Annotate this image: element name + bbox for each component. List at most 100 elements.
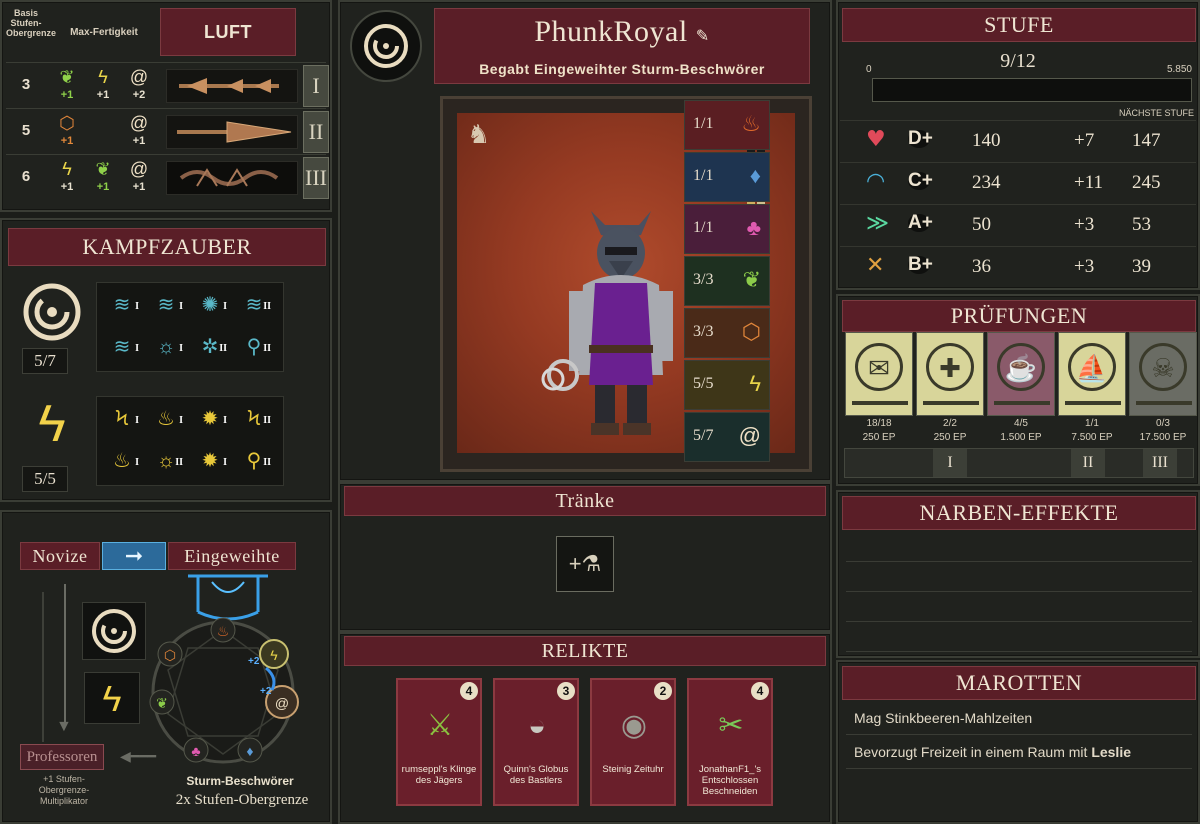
arrow-down-icon: ▼ <box>56 718 72 735</box>
air-swirl-icon[interactable] <box>16 280 88 344</box>
spell-slot[interactable]: ≋ I <box>105 331 139 363</box>
shears-icon: ✂ <box>718 709 744 742</box>
spell-slot[interactable]: ≋ I <box>105 289 139 321</box>
tier-tab-3[interactable]: III <box>1143 449 1177 477</box>
stat-grade: A+ <box>908 212 933 233</box>
wheel-bonus: +2 <box>260 686 272 697</box>
stat-bonus: +3 <box>1074 214 1095 235</box>
spell-slot[interactable]: ✲ II <box>193 331 227 363</box>
relic-name: Steinig Zeituhr <box>602 764 664 775</box>
potency-slot[interactable]: 3/3 ⬡ <box>684 308 770 358</box>
stufe-title-text: STUFE <box>984 12 1054 37</box>
bonus-value: +1 <box>132 135 146 147</box>
arrow-left-icon: ◀━━━ <box>120 748 157 764</box>
relic-level: 3 <box>557 682 575 700</box>
lightning-icon: ϟ <box>98 67 108 87</box>
trial-progress-track <box>994 401 1050 405</box>
spell-slot[interactable]: ≋ II <box>237 289 271 321</box>
quirk-item: Mag Stinkbeeren-Mahlzeiten <box>854 710 1032 726</box>
spell-slot[interactable]: ≋ I <box>149 289 183 321</box>
tentacle-icon: ♣ <box>746 215 761 240</box>
food-icon: ☕ <box>997 343 1045 391</box>
air-swirl-tile[interactable] <box>82 602 146 660</box>
potions-title-text: Tränke <box>555 490 615 512</box>
lightning-icon[interactable]: ϟ <box>16 392 88 456</box>
crystal-icon: ⬡ <box>59 113 75 133</box>
header-max-skill: Max-Fertigkeit <box>70 27 138 38</box>
character-panel: PhunkRoyal ✎ Begabt Eingeweihter Sturm-B… <box>338 0 832 482</box>
potency-slot[interactable]: 5/5 ϟ <box>684 360 770 410</box>
relic-card[interactable]: 2 ◉ Steinig Zeituhr <box>590 678 676 806</box>
lightning-icon: ϟ <box>749 371 761 396</box>
bonus-value: +1 <box>96 89 110 101</box>
lightning-tile[interactable]: ϟ <box>84 672 140 724</box>
spell-slot[interactable]: ϞI <box>105 403 139 435</box>
stat-total: 39 <box>1132 256 1151 277</box>
spell-slot[interactable]: ⚲ II <box>237 331 271 363</box>
scar-slot <box>846 564 1192 592</box>
potency-slot[interactable]: 1/1 ♨ <box>684 100 770 150</box>
spell-slot[interactable]: ✺ I <box>193 289 227 321</box>
class-name: Sturm-Beschwörer <box>186 774 294 788</box>
potency-slot[interactable]: 5/7 @ <box>684 412 770 462</box>
spell-slot[interactable]: ♨ I <box>105 445 139 477</box>
wheel-bonus: +2 <box>248 656 260 667</box>
air-swirl-icon <box>92 609 136 653</box>
crystal-icon: ⬡ <box>741 319 761 344</box>
trial-card[interactable]: ☕ <box>987 332 1055 416</box>
spell-slot[interactable]: Ϟ II <box>237 403 271 435</box>
relic-card[interactable]: 3 ◒ Quinn's Globus des Bastlers <box>493 678 579 806</box>
tier-tab-1[interactable]: I <box>933 449 967 477</box>
relic-card[interactable]: 4 ⚔ rumseppl's Klinge des Jägers <box>396 678 482 806</box>
tier-button-3[interactable]: III <box>303 157 329 199</box>
spell-slot[interactable]: ♨ I <box>149 403 183 435</box>
spell-slot[interactable]: ✹ I <box>193 403 227 435</box>
fox-icon: ♞ <box>467 119 491 149</box>
potency-count: 1/1 <box>693 219 714 236</box>
xp-max: 5.850 <box>1166 64 1192 75</box>
xp-min: 0 <box>866 64 872 75</box>
stat-bonus: +11 <box>1074 172 1104 193</box>
spell-slot[interactable]: ✹ I <box>193 445 227 477</box>
potency-slot[interactable]: 1/1 ♦ <box>684 152 770 202</box>
professors-button[interactable]: Professoren <box>20 744 104 770</box>
weapon-preview <box>166 69 298 103</box>
lightning-icon: ϟ <box>62 159 72 179</box>
quirk-divider <box>846 734 1192 735</box>
element-wheel: ♨ ϟ @ ♦ ♣ ❦ ⬡ <box>149 617 299 764</box>
potions-panel: Tränke +⚗ <box>338 482 832 632</box>
tier-button-1[interactable]: I <box>303 65 329 107</box>
add-potion-icon: +⚗ <box>568 551 602 576</box>
skull-icon: ☠ <box>1139 343 1187 391</box>
bonus-value: +1 <box>60 181 74 193</box>
trial-card[interactable]: ✉ <box>845 332 913 416</box>
tier-tab-2[interactable]: II <box>1071 449 1105 477</box>
mana-max-icon: ◠ <box>866 169 886 194</box>
potency-slot[interactable]: 3/3 ❦ <box>684 256 770 306</box>
trial-card[interactable]: ⛵ <box>1058 332 1126 416</box>
stat-row: ♥ D+ 140 +7 147 <box>840 120 1196 160</box>
bonus-value: +1 <box>60 135 74 147</box>
professors-label: Professoren <box>26 749 98 765</box>
trial-card[interactable]: ✚ <box>916 332 984 416</box>
spell-slot[interactable]: ⚲ II <box>237 445 271 477</box>
potency-count: 5/7 <box>693 427 714 444</box>
tier-button-2[interactable]: II <box>303 111 329 153</box>
rank-from: Novize <box>20 542 100 570</box>
spell-slot[interactable]: ☼ I <box>149 331 183 363</box>
trial-card[interactable]: ☠ <box>1129 332 1197 416</box>
swirl-icon: @ <box>129 159 149 179</box>
character-name-text: PhunkRoyal <box>534 15 688 48</box>
add-potion-button[interactable]: +⚗ <box>556 536 614 592</box>
svg-text:♣: ♣ <box>191 743 200 759</box>
potions-title: Tränke <box>344 486 826 516</box>
spell-slot[interactable]: ☼ II <box>149 445 183 477</box>
edit-icon[interactable]: ✎ <box>696 26 710 45</box>
potency-slot[interactable]: 1/1 ♣ <box>684 204 770 254</box>
relic-card[interactable]: 4 ✂ JonathanF1_'s Entschlossen Beschneid… <box>687 678 773 806</box>
professors-note: +1 Stufen-Obergrenze-Multiplikator <box>38 774 90 806</box>
swirl-icon: @ <box>129 113 149 133</box>
trial-progress-track <box>852 401 908 405</box>
name-banner: PhunkRoyal ✎ Begabt Eingeweihter Sturm-B… <box>434 8 810 84</box>
globe-icon: ◒ <box>527 709 547 742</box>
